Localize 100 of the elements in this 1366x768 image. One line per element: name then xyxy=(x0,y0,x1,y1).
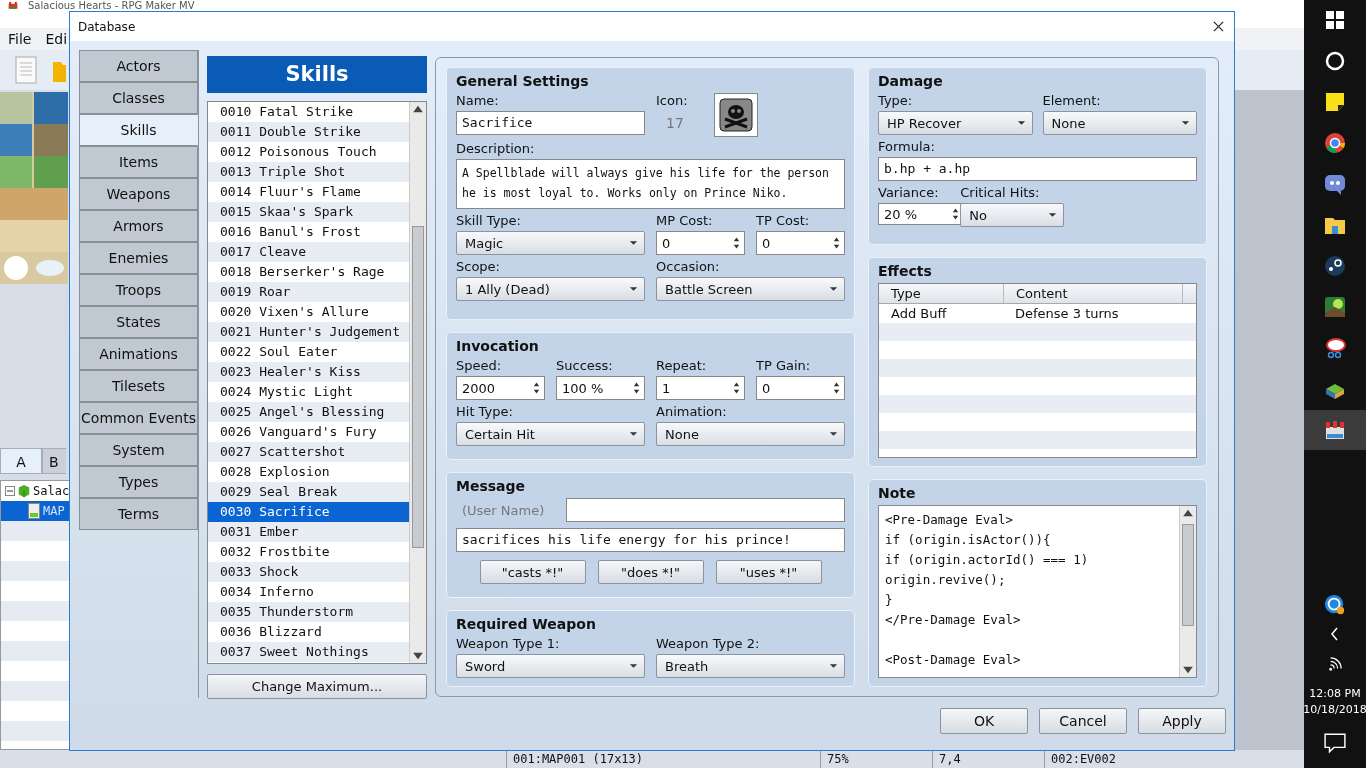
spin-field[interactable]: 2000 xyxy=(456,376,545,401)
menu-item[interactable]: Edi xyxy=(45,31,68,47)
list-item[interactable]: 0021 Hunter's Judgement xyxy=(208,322,409,342)
spin-field[interactable]: 0 xyxy=(656,231,745,255)
list-item[interactable]: 0031 Ember xyxy=(208,522,409,542)
dropdown[interactable]: Battle Screen xyxy=(656,277,845,301)
scrollbar[interactable] xyxy=(1179,506,1196,677)
list-item[interactable]: 0011 Double Strike xyxy=(208,122,409,142)
field-label: Type: xyxy=(878,93,914,109)
scrollbar[interactable] xyxy=(409,102,426,663)
list-item[interactable]: 0035 Thunderstorm xyxy=(208,602,409,622)
menu-item[interactable]: File xyxy=(8,31,32,47)
text-field[interactable] xyxy=(566,498,845,523)
list-item[interactable]: 0020 Vixen's Allure xyxy=(208,302,409,322)
spin-field[interactable]: 1 xyxy=(656,376,745,401)
list-item[interactable]: 0030 Sacrifice xyxy=(208,502,409,522)
category-tab[interactable]: Tilesets xyxy=(79,370,198,402)
list-item[interactable]: 0013 Triple Shot xyxy=(208,162,409,182)
list-item[interactable]: 0037 Sweet Nothings xyxy=(208,642,409,662)
note-field[interactable]: <Pre-Damage Eval> if (origin.isActor()){ if (origin.actorId() === 1) origin.revive(); } </Pre-Damage Eval> <Post-Damage Eval> xyxy=(878,505,1197,678)
map-icon xyxy=(27,503,41,519)
list-item[interactable]: 0017 Cleave xyxy=(208,242,409,262)
wifi-icon[interactable] xyxy=(1328,656,1342,672)
dialog-button[interactable]: Apply xyxy=(1138,708,1226,734)
dropdown[interactable]: None xyxy=(1042,111,1197,135)
list-item[interactable]: 0029 Seal Break xyxy=(208,482,409,502)
tab[interactable]: B xyxy=(42,448,66,474)
category-tab[interactable]: Enemies xyxy=(79,242,198,274)
dropdown[interactable]: HP Recover xyxy=(878,111,1033,135)
dialog-button[interactable]: OK xyxy=(940,708,1028,734)
category-tab[interactable]: Types xyxy=(79,466,198,498)
tree-item[interactable]: MAP xyxy=(43,504,65,518)
category-tab[interactable]: Common Events xyxy=(79,402,198,434)
dialog-button[interactable]: Cancel xyxy=(1039,708,1127,734)
list-item[interactable]: 0034 Inferno xyxy=(208,582,409,602)
category-tab[interactable]: States xyxy=(79,306,198,338)
collapse-icon[interactable] xyxy=(5,486,15,496)
list-item[interactable]: 0014 Fluur's Flame xyxy=(208,182,409,202)
dropdown[interactable]: Certain Hit xyxy=(456,422,645,447)
change-maximum-button[interactable]: Change Maximum... xyxy=(207,674,427,699)
castle-icon[interactable] xyxy=(1304,410,1366,450)
list-item[interactable]: 0018 Berserker's Rage xyxy=(208,262,409,282)
list-item[interactable]: 0033 Shock xyxy=(208,562,409,582)
panel-title: Message xyxy=(456,478,527,495)
caret-icon xyxy=(829,663,838,669)
column-header[interactable]: Content xyxy=(1004,284,1183,303)
insert-button[interactable]: "uses *!" xyxy=(715,560,822,585)
panel-title: Effects xyxy=(878,263,933,279)
category-tab[interactable]: Armors xyxy=(79,210,198,242)
column-header[interactable]: Type xyxy=(879,284,1004,303)
list-item[interactable]: 0028 Explosion xyxy=(208,462,409,482)
category-tab[interactable]: Troops xyxy=(79,274,198,306)
text-field[interactable]: sacrifices his life energy for his prince! xyxy=(456,528,845,553)
spin-field[interactable]: 0 xyxy=(756,231,845,255)
dropdown[interactable]: Breath xyxy=(656,654,845,678)
list-item[interactable]: 0019 Roar xyxy=(208,282,409,302)
list-item[interactable]: 0027 Scattershot xyxy=(208,442,409,462)
list-item[interactable]: 0023 Healer's Kiss xyxy=(208,362,409,382)
chat-bubble-icon[interactable] xyxy=(1324,732,1346,754)
category-tab[interactable]: Skills xyxy=(79,114,198,146)
list-item[interactable]: 0025 Angel's Blessing xyxy=(208,402,409,422)
formula-field[interactable]: b.hp + a.hp xyxy=(878,157,1197,181)
list-item[interactable]: 0026 Vanguard's Fury xyxy=(208,422,409,442)
category-tab[interactable]: Actors xyxy=(79,50,198,82)
category-tab[interactable]: System xyxy=(79,434,198,466)
caret-icon xyxy=(1048,212,1058,218)
category-tab[interactable]: Terms xyxy=(79,498,198,530)
dropdown[interactable]: 1 Ally (Dead) xyxy=(456,277,645,301)
list-item[interactable]: 0016 Banul's Frost xyxy=(208,222,409,242)
list-item[interactable]: 0036 Blizzard xyxy=(208,622,409,642)
list-item[interactable]: 0015 Skaa's Spark xyxy=(208,202,409,222)
list-item[interactable]: 0032 Frostbite xyxy=(208,542,409,562)
field-label: Weapon Type 2: xyxy=(656,636,761,652)
category-tab[interactable]: Items xyxy=(79,146,198,178)
dropdown[interactable]: No xyxy=(960,203,1065,227)
spin-field[interactable]: 0 xyxy=(756,376,845,401)
close-icon[interactable] xyxy=(1213,21,1224,32)
tab[interactable]: A xyxy=(0,448,42,474)
help-icon[interactable] xyxy=(1324,594,1346,616)
category-tab[interactable]: Animations xyxy=(79,338,198,370)
category-tab[interactable]: Weapons xyxy=(79,178,198,210)
text-field[interactable]: Sacrifice xyxy=(456,111,645,135)
list-item[interactable]: 0010 Fatal Strike xyxy=(208,102,409,122)
list-item[interactable]: 0024 Mystic Light xyxy=(208,382,409,402)
clock-date: 10/18/2018 xyxy=(1303,702,1366,718)
skull-icon[interactable] xyxy=(713,93,758,137)
caret-icon xyxy=(629,663,638,669)
category-tab[interactable]: Classes xyxy=(79,82,198,114)
field-label: Speed: xyxy=(456,358,503,375)
dropdown[interactable]: None xyxy=(656,422,845,447)
list-item[interactable]: 0022 Soul Eater xyxy=(208,342,409,362)
list-item[interactable]: 0012 Poisonous Touch xyxy=(208,142,409,162)
insert-button[interactable]: "casts *!" xyxy=(479,560,586,585)
insert-button[interactable]: "does *!" xyxy=(597,560,704,585)
tree-item[interactable]: Salac xyxy=(33,484,70,498)
dropdown[interactable]: Sword xyxy=(456,654,645,678)
spin-field[interactable]: 100 % xyxy=(556,376,645,401)
dropdown[interactable]: Magic xyxy=(456,231,645,255)
cube-icon xyxy=(17,483,31,499)
description-field[interactable]: A Spellblade will always give his life for the person he is most loyal to. Works only on Prince Niko. xyxy=(456,159,845,209)
